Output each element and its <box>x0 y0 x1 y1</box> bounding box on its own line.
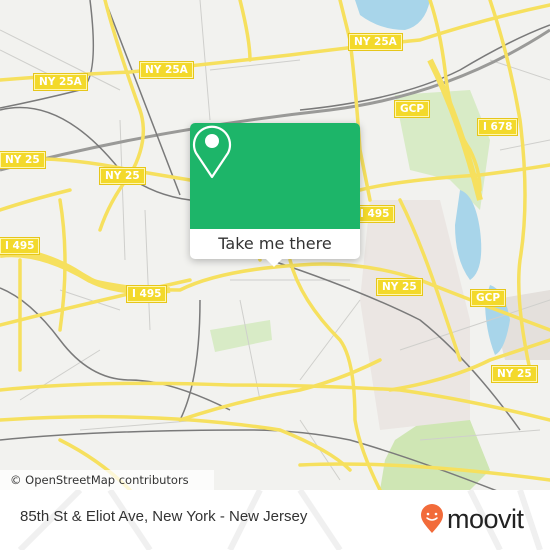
take-me-there-button[interactable]: Take me there <box>190 229 360 259</box>
map-view[interactable]: NY 25A NY 25A NY 25A NY 25 NY 25 I 495 I… <box>0 0 550 490</box>
road-shield-i495: I 495 <box>355 206 395 222</box>
road-shield-i678: I 678 <box>478 119 518 135</box>
water-body <box>355 0 430 30</box>
road-shield-ny25: NY 25 <box>377 279 422 295</box>
road-shield-ny25a: NY 25A <box>34 74 87 90</box>
popup-header <box>190 123 360 229</box>
road-shield-gcp: GCP <box>395 101 430 117</box>
stop-title: 85th St & Eliot Ave, New York - New Jers… <box>20 508 308 525</box>
logo-text: moovit <box>447 504 524 534</box>
footer-bar: 85th St & Eliot Ave, New York - New Jers… <box>0 490 550 550</box>
moovit-logo[interactable]: moovit <box>420 504 524 534</box>
road-shield-i495: I 495 <box>0 238 40 254</box>
road-shield-ny25: NY 25 <box>0 152 45 168</box>
moovit-pin-icon <box>421 504 443 533</box>
road-shield-ny25a: NY 25A <box>349 34 402 50</box>
road-shield-i495: I 495 <box>127 286 167 302</box>
road-shield-ny25: NY 25 <box>492 366 537 382</box>
park-area <box>210 320 272 352</box>
road-shield-ny25a: NY 25A <box>140 62 193 78</box>
road-shield-ny25: NY 25 <box>100 168 145 184</box>
location-pin-icon <box>192 125 232 179</box>
road-shield-gcp: GCP <box>471 290 506 306</box>
location-popup[interactable]: Take me there <box>190 123 360 267</box>
map-attribution[interactable]: © OpenStreetMap contributors <box>0 470 214 490</box>
popup-pointer <box>264 257 284 267</box>
